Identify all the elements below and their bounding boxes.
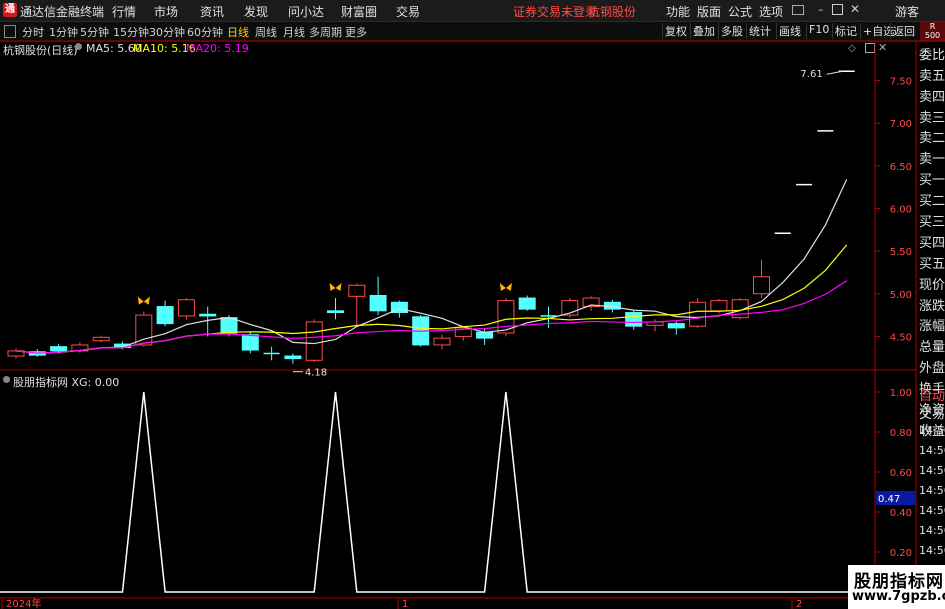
candle-body[interactable] — [199, 313, 217, 317]
candle-body[interactable] — [689, 301, 707, 327]
quote-label-9: 买四 — [919, 236, 945, 251]
indicator-tick-label: 0.40 — [890, 508, 912, 519]
quote-label-7: 买二 — [919, 194, 945, 209]
candle-body[interactable] — [177, 299, 195, 317]
quote-label-12: 涨跌 — [919, 299, 945, 314]
quote-label-0: 委比 — [919, 48, 945, 63]
quote-label-8: 买三 — [919, 215, 945, 230]
price-tick-label: 7.00 — [890, 119, 912, 130]
candle-body[interactable] — [710, 300, 728, 312]
candle-body[interactable] — [327, 310, 344, 314]
high-pointer — [826, 70, 843, 75]
quote-label-3: 卖三 — [919, 111, 945, 126]
low-label: 4.18 — [305, 368, 327, 379]
signal-butterfly-icon — [137, 296, 150, 305]
candle-body[interactable] — [241, 334, 259, 351]
tick-time: 14:56 — [919, 484, 945, 497]
quote-label-4: 卖二 — [919, 131, 945, 146]
candle-body[interactable] — [433, 337, 451, 346]
auto-trade-label[interactable]: 自动 — [919, 385, 945, 404]
indicator-tick-label: 0.60 — [890, 468, 912, 479]
candle-body[interactable] — [667, 323, 685, 329]
price-tick-label: 5.00 — [890, 290, 912, 301]
xg-signal-line — [0, 391, 875, 593]
candle-body[interactable] — [50, 346, 68, 352]
candle-body[interactable] — [220, 317, 238, 334]
candle-body[interactable] — [518, 297, 536, 310]
time-axis-label: 2024年 — [6, 597, 41, 609]
time-axis-label: 2 — [796, 599, 802, 609]
signal-butterfly-icon — [329, 283, 342, 292]
time-axis-label: 1 — [402, 599, 408, 609]
cursor-value-label: 0.47 — [878, 494, 900, 505]
price-tick-label: 5.50 — [890, 247, 912, 258]
quote-label-10: 买五 — [919, 257, 945, 272]
price-tick-label: 6.50 — [890, 162, 912, 173]
tick-time: 14:56 — [919, 524, 945, 537]
indicator-tick-label: 1.00 — [890, 388, 912, 399]
tick-time: 14:56 — [919, 424, 945, 437]
indicator-tick-label: 0.80 — [890, 428, 912, 439]
price-tick-label: 4.50 — [890, 332, 912, 343]
quote-label-1: 卖五 — [919, 69, 945, 84]
candle-body[interactable] — [753, 276, 770, 295]
kline-chart[interactable]: 7.50 7.00 6.50 6.00 5.50 5.00 4.50 7.61 4.18 1.00… — [0, 0, 945, 609]
candle-body[interactable] — [156, 306, 174, 325]
signal-butterfly-icon — [499, 283, 512, 292]
price-tick-label: 7.50 — [890, 77, 912, 88]
tick-time: 14:56 — [919, 464, 945, 477]
tick-time: 14:56 — [919, 544, 945, 557]
candle-body[interactable] — [305, 321, 323, 361]
candle-body[interactable] — [92, 336, 110, 342]
candle-body[interactable] — [135, 314, 153, 346]
quote-label-14: 总量 — [919, 340, 945, 355]
candle-body[interactable] — [348, 284, 366, 297]
watermark-line2: www.7gpzb.com — [852, 589, 945, 604]
candle-body[interactable] — [625, 312, 643, 327]
candle-body[interactable] — [476, 331, 494, 339]
watermark: 股朋指标网 www.7gpzb.com — [848, 565, 945, 609]
trade-label[interactable]: 交易 — [919, 403, 945, 422]
high-label: 7.61 — [800, 69, 822, 80]
quote-label-13: 涨幅 — [919, 319, 945, 334]
price-tick-label: 6.00 — [890, 205, 912, 216]
quote-label-11: 现价 — [919, 278, 945, 293]
indicator-tick-label: 0.20 — [890, 548, 912, 559]
quote-label-5: 卖一 — [919, 152, 945, 167]
quote-label-2: 卖四 — [919, 90, 945, 105]
quote-label-15: 外盘 — [919, 361, 945, 376]
tick-time: 14:56 — [919, 444, 945, 457]
quote-label-6: 买一 — [919, 173, 945, 188]
tick-time: 14:56 — [919, 504, 945, 517]
candle-body[interactable] — [284, 355, 302, 360]
candle-body[interactable] — [369, 294, 387, 312]
